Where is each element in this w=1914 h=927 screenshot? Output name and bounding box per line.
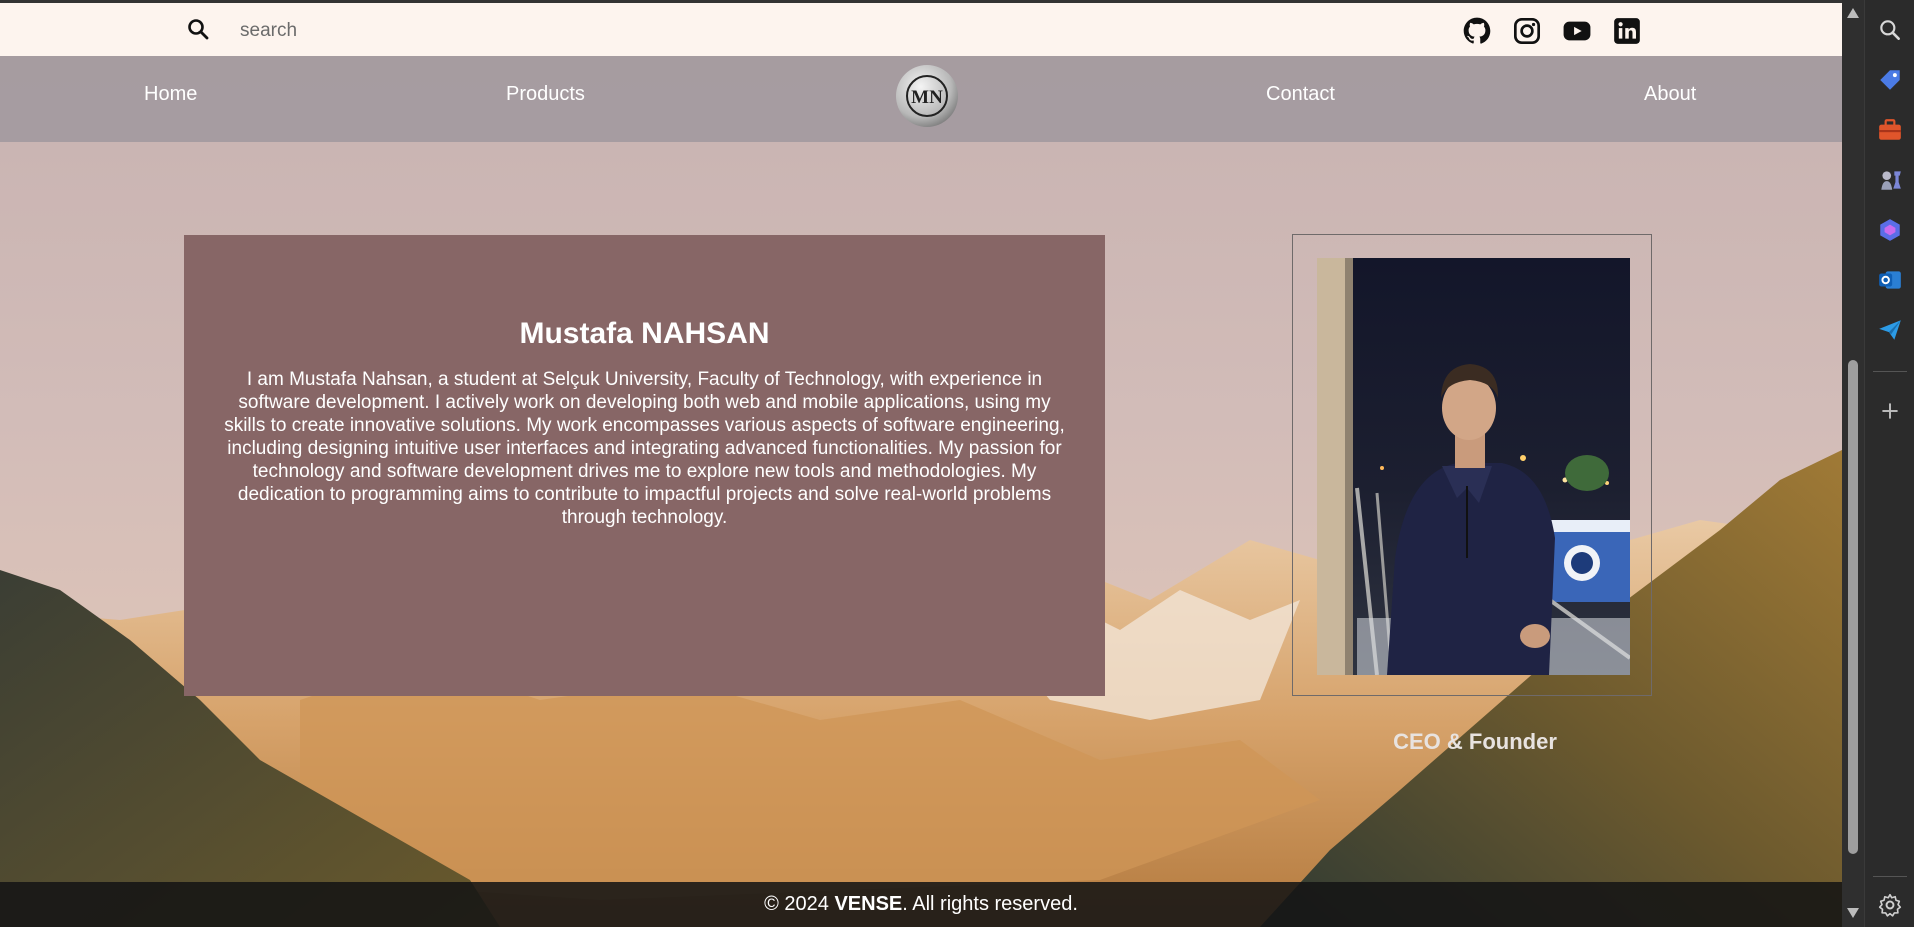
photo-frame bbox=[1292, 234, 1652, 696]
scroll-up-arrow[interactable] bbox=[1847, 8, 1859, 18]
send-icon[interactable] bbox=[1877, 317, 1903, 343]
settings-icon[interactable] bbox=[1877, 892, 1903, 918]
copilot-icon[interactable] bbox=[1877, 217, 1903, 243]
scroll-thumb[interactable] bbox=[1848, 360, 1858, 854]
profile-photo bbox=[1317, 258, 1630, 675]
role-caption: CEO & Founder bbox=[1393, 729, 1557, 754]
logo[interactable]: MN bbox=[895, 64, 959, 128]
briefcase-icon[interactable] bbox=[1877, 117, 1903, 143]
nav-products[interactable]: Products bbox=[506, 83, 585, 106]
sidebar-divider bbox=[1873, 876, 1907, 877]
tag-icon[interactable] bbox=[1877, 67, 1903, 93]
add-icon[interactable] bbox=[1877, 398, 1903, 424]
search-input[interactable] bbox=[238, 13, 842, 49]
linkedin-icon[interactable] bbox=[1613, 17, 1641, 45]
footer-brand: VENSE bbox=[834, 893, 903, 915]
footer-prefix: © 2024 bbox=[764, 893, 835, 915]
logo-text: MN bbox=[911, 87, 943, 108]
main-nav: Home Products MN Contact About bbox=[0, 56, 1842, 142]
youtube-icon[interactable] bbox=[1563, 17, 1591, 45]
search-icon[interactable] bbox=[186, 17, 210, 41]
page-scrollbar[interactable] bbox=[1842, 0, 1864, 927]
profile-name: Mustafa NAHSAN bbox=[519, 317, 770, 350]
nav-contact[interactable]: Contact bbox=[1266, 83, 1335, 106]
browser-sidebar bbox=[1864, 0, 1914, 927]
github-icon[interactable] bbox=[1463, 17, 1491, 45]
sidebar-divider bbox=[1873, 371, 1907, 372]
chess-icon[interactable] bbox=[1877, 167, 1903, 193]
top-bar bbox=[0, 0, 1842, 56]
footer-suffix: . All rights reserved. bbox=[902, 893, 1078, 915]
webpage: Home Products MN Contact About Mustafa N… bbox=[0, 0, 1842, 927]
scroll-down-arrow[interactable] bbox=[1847, 908, 1859, 918]
profile-bio: I am Mustafa Nahsan, a student at Selçuk… bbox=[224, 369, 1065, 528]
instagram-icon[interactable] bbox=[1513, 17, 1541, 45]
outlook-icon[interactable] bbox=[1877, 267, 1903, 293]
profile-card: Mustafa NAHSAN I am Mustafa Nahsan, a st… bbox=[184, 235, 1105, 696]
nav-home[interactable]: Home bbox=[144, 83, 197, 106]
footer: © 2024 VENSE. All rights reserved. bbox=[0, 882, 1842, 927]
search-icon[interactable] bbox=[1877, 17, 1903, 43]
nav-about[interactable]: About bbox=[1644, 83, 1696, 106]
